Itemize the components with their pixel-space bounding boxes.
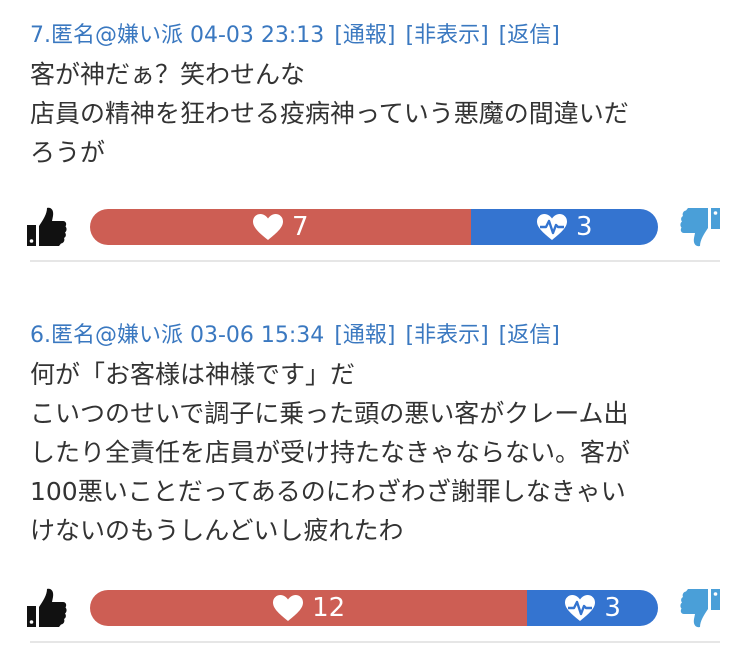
heart-pulse-icon xyxy=(537,214,567,240)
comment-body: 何が「お客様は神様です」だ こいつのせいで調子に乗った頭の悪い客がクレーム出 し… xyxy=(30,355,720,550)
hide-link[interactable]: [非表示] xyxy=(405,23,488,48)
report-link[interactable]: [通報] xyxy=(334,323,395,348)
comment-header: 6.匿名@嫌い派 03-06 15:34 xyxy=(30,323,325,348)
good-count: 7 xyxy=(292,212,309,242)
bad-count: 3 xyxy=(604,593,621,623)
bad-vote-button[interactable]: 3 xyxy=(527,590,658,626)
reply-link[interactable]: [返信] xyxy=(499,323,560,348)
report-link[interactable]: [通報] xyxy=(334,23,395,48)
comment-line: 何が「お客様は神様です」だ xyxy=(30,360,356,389)
comment-line: 客が神だぁ？笑わせんな xyxy=(30,60,306,89)
hide-link[interactable]: [非表示] xyxy=(405,323,488,348)
heart-icon xyxy=(273,595,304,621)
comment-line: ろうが xyxy=(30,138,106,167)
thumbs-down-icon[interactable] xyxy=(680,205,722,249)
thumbs-up-icon[interactable] xyxy=(25,586,67,630)
vote-bar: 12 3 xyxy=(90,590,658,626)
comment-line: 店員の精神を狂わせる疫病神っていう悪魔の間違いだ xyxy=(30,99,629,128)
good-count: 12 xyxy=(312,593,346,623)
comment-line: けないのもうしんどいし疲れたわ xyxy=(30,516,404,545)
thumbs-up-icon[interactable] xyxy=(25,205,67,249)
vote-bar: 7 3 xyxy=(90,209,658,245)
divider xyxy=(30,641,720,643)
comment-line: したり全責任を店員が受け持たなきゃならない。客が xyxy=(30,438,631,467)
thumbs-down-icon[interactable] xyxy=(680,586,722,630)
comment-meta: 7.匿名@嫌い派 04-03 23:13 [通報] [非表示] [返信] xyxy=(30,19,560,53)
heart-icon xyxy=(253,214,283,240)
good-vote-button[interactable]: 7 xyxy=(90,209,471,245)
vote-row: 7 3 xyxy=(27,205,722,249)
comment-meta: 6.匿名@嫌い派 03-06 15:34 [通報] [非表示] [返信] xyxy=(30,319,560,353)
comment-body: 客が神だぁ？笑わせんな 店員の精神を狂わせる疫病神っていう悪魔の間違いだ ろうが xyxy=(30,55,720,172)
reply-link[interactable]: [返信] xyxy=(499,23,560,48)
divider xyxy=(30,260,720,262)
vote-row: 12 3 xyxy=(27,586,722,630)
good-vote-button[interactable]: 12 xyxy=(90,590,528,626)
comment-line: 100悪いことだってあるのにわざわざ謝罪しなきゃい xyxy=(30,477,626,506)
bad-count: 3 xyxy=(576,212,593,242)
heart-pulse-icon xyxy=(565,595,596,621)
comment-header: 7.匿名@嫌い派 04-03 23:13 xyxy=(30,23,325,48)
bad-vote-button[interactable]: 3 xyxy=(470,209,658,245)
comment-line: こいつのせいで調子に乗った頭の悪い客がクレーム出 xyxy=(30,399,629,428)
